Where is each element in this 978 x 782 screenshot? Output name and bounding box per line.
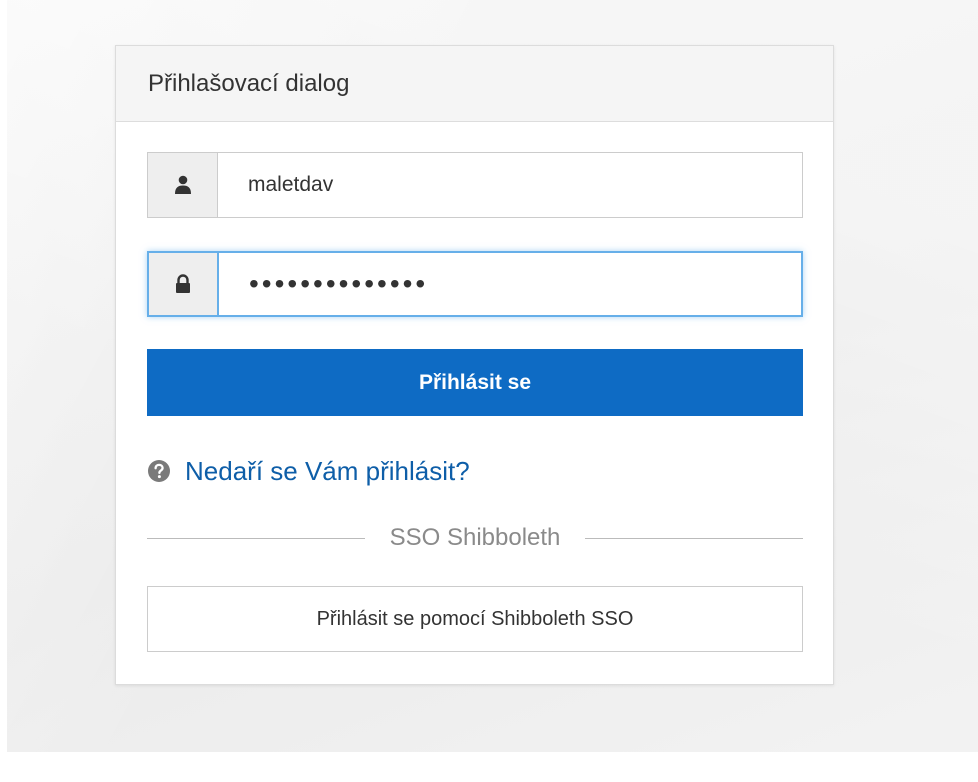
dialog-header: Přihlašovací dialog — [116, 46, 833, 122]
username-group — [147, 152, 803, 218]
password-input[interactable] — [219, 253, 801, 315]
page-footer-area — [0, 752, 978, 782]
dialog-title: Přihlašovací dialog — [148, 70, 350, 97]
sso-login-button[interactable]: Přihlásit se pomocí Shibboleth SSO — [147, 586, 803, 652]
help-row: Nedaří se Vám přihlásit? — [147, 454, 470, 488]
user-icon — [148, 153, 218, 217]
help-link[interactable]: Nedaří se Vám přihlásit? — [185, 455, 470, 487]
lock-icon — [149, 253, 219, 315]
login-button[interactable]: Přihlásit se — [147, 349, 803, 416]
question-circle-icon — [147, 459, 171, 483]
sso-divider: SSO Shibboleth — [147, 519, 803, 559]
password-group — [147, 251, 803, 317]
username-input[interactable] — [218, 153, 802, 217]
page-edge — [0, 0, 7, 782]
login-dialog: Přihlašovací dialog Přihlásit se — [115, 45, 834, 685]
divider-line-right — [585, 538, 803, 539]
